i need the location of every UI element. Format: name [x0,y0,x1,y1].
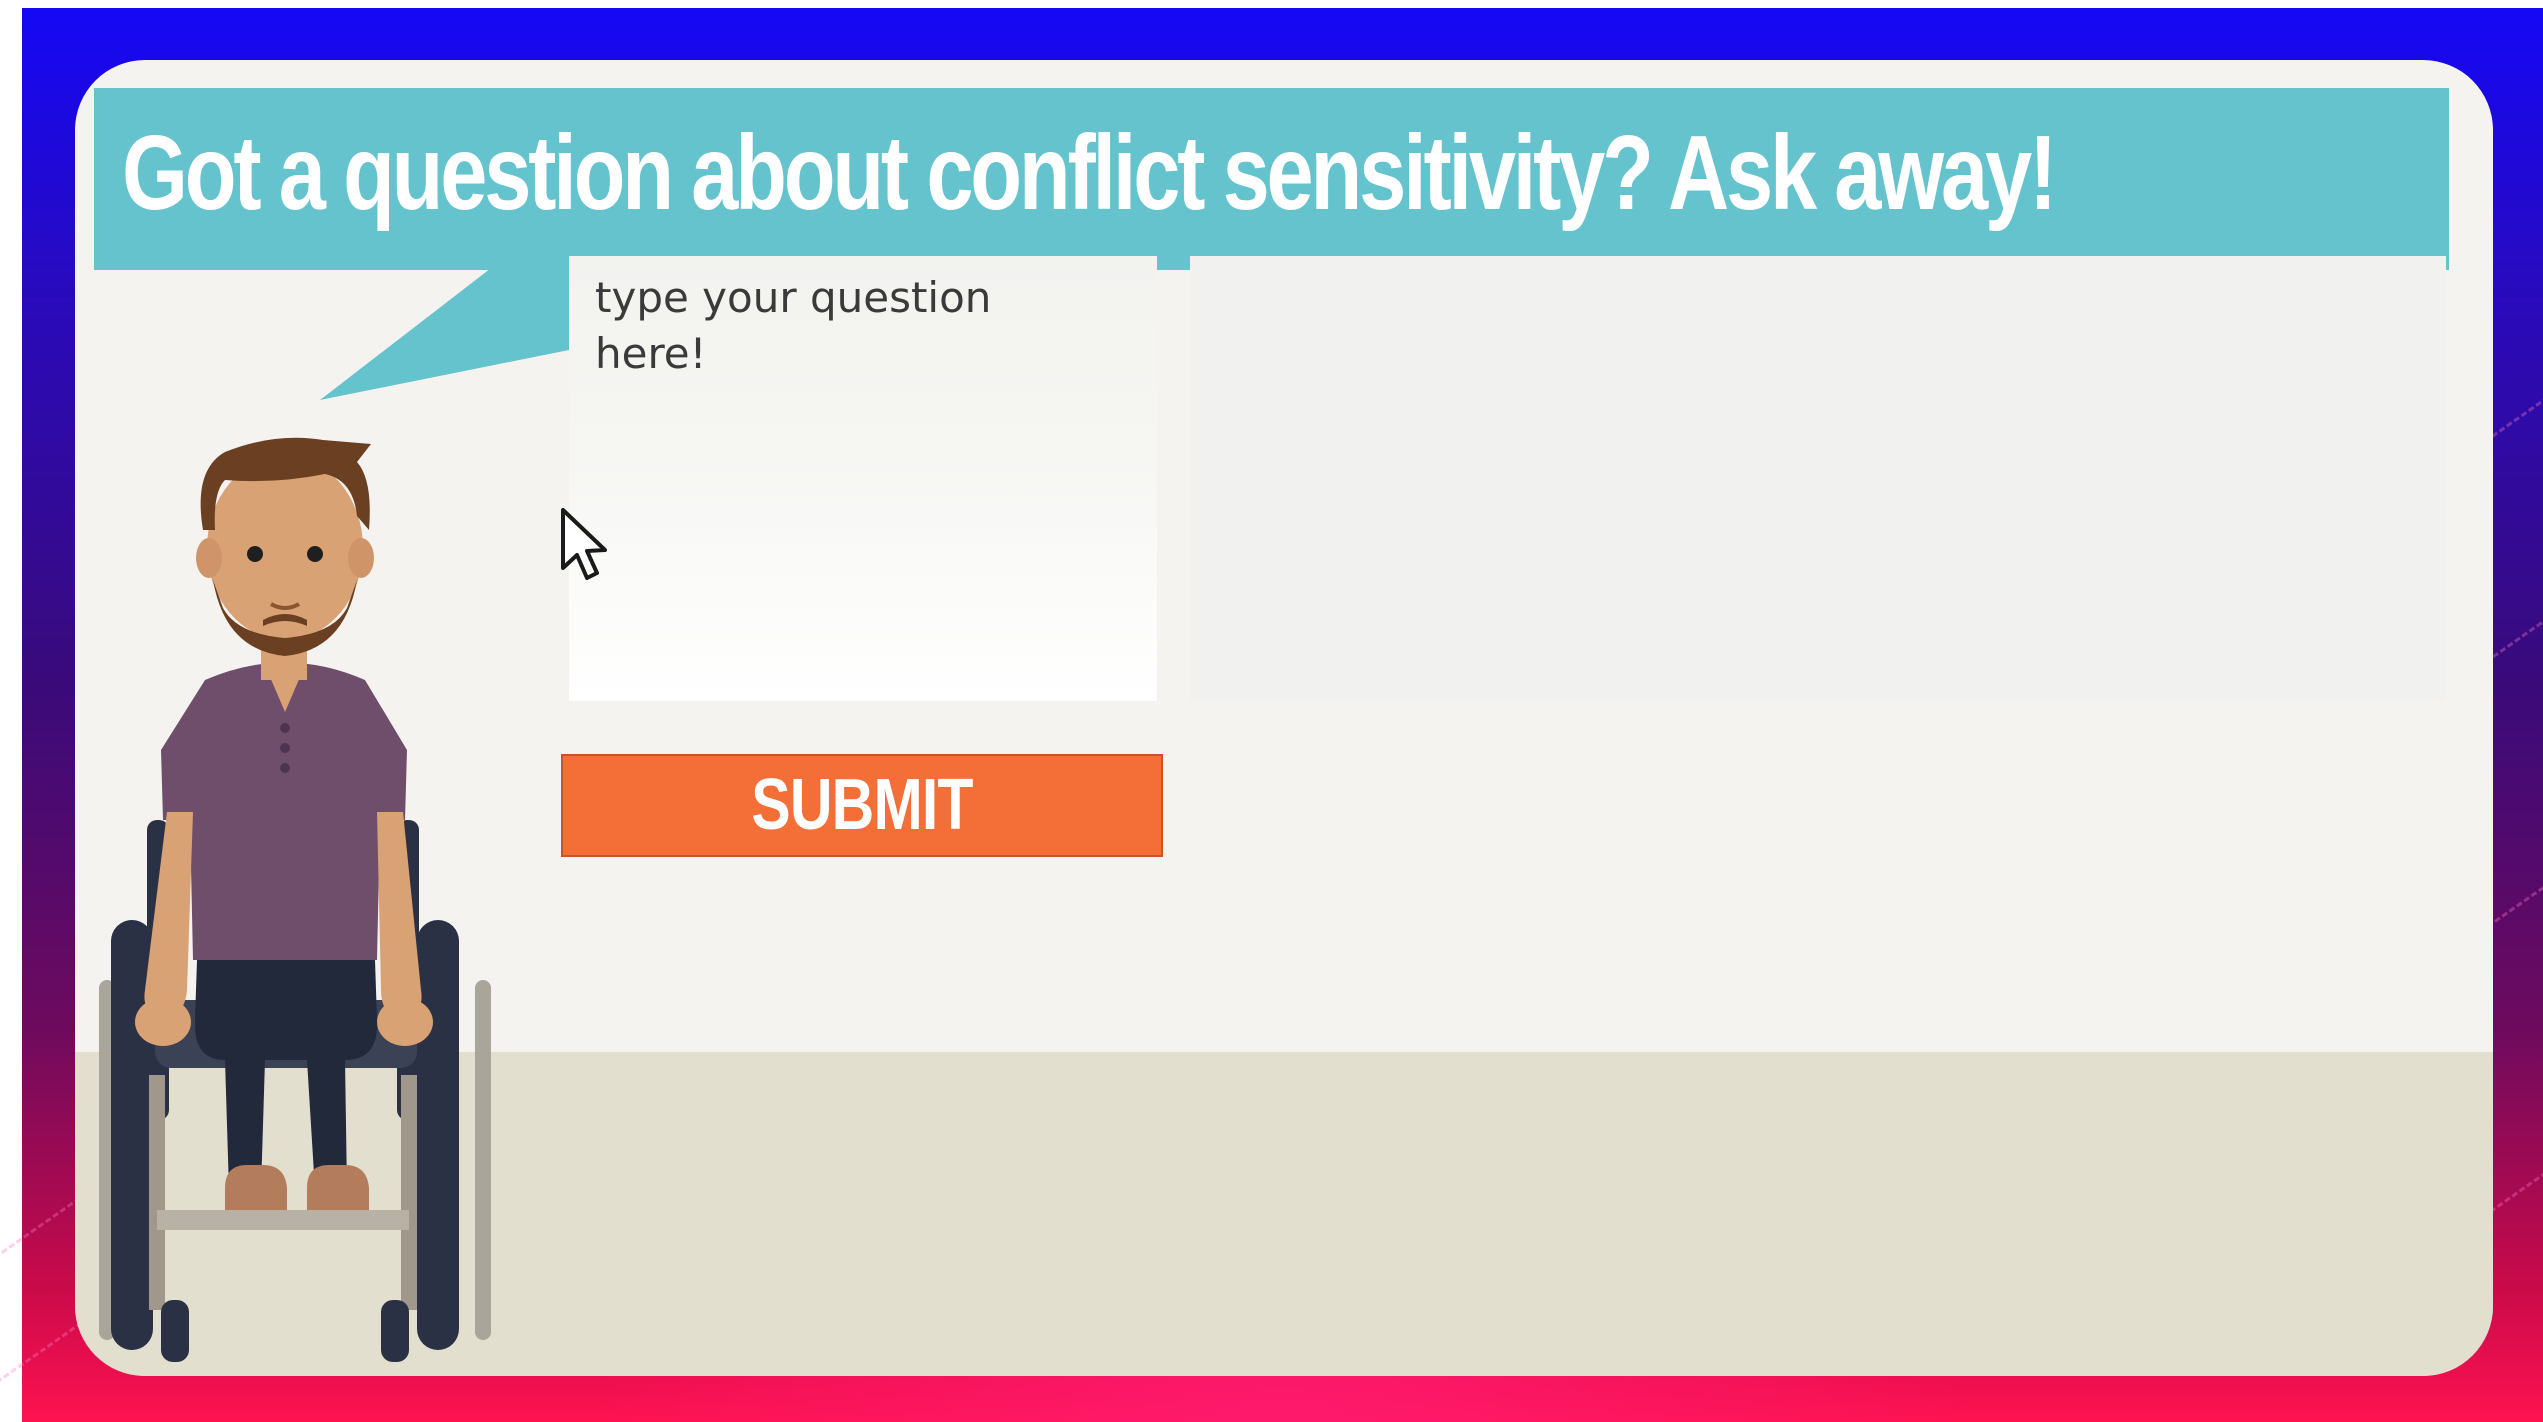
slide-card: Got a question about conflict sensitivit… [75,60,2493,1376]
mouse-pointer-icon [561,508,607,580]
submit-button-label: SUBMIT [751,765,973,845]
screen: Got a question about conflict sensitivit… [0,0,2543,1422]
answer-panel [1190,256,2446,701]
wheelchair-user-illustration [99,437,491,1362]
